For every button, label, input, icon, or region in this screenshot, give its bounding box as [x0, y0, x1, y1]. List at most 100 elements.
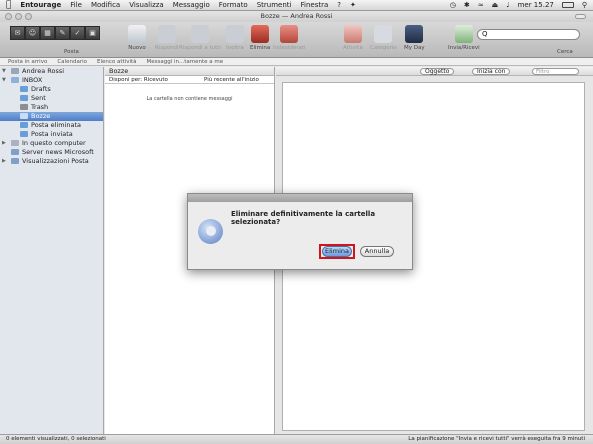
sidebar-item-inbox[interactable]: ▼ INBOX	[0, 76, 103, 85]
forward-icon	[226, 25, 244, 43]
spotlight-icon[interactable]: ⚲	[582, 1, 587, 9]
apple-menu-icon[interactable]: 	[6, 0, 11, 10]
tasks-view-icon[interactable]: ✓	[70, 26, 85, 40]
my-day-label: My Day	[404, 45, 425, 51]
reply-all-label: Rispondi a tutti	[179, 45, 221, 51]
news-server-icon	[11, 149, 19, 155]
window-title: Bozze — Andrea Rossi	[260, 12, 333, 20]
new-button[interactable]: Nuovo	[128, 25, 146, 51]
send-receive-button[interactable]: Invia/Ricevi	[448, 25, 480, 51]
sidebar-item-posta-inviata[interactable]: Posta inviata	[0, 130, 103, 139]
task-button[interactable]: Attività	[343, 25, 363, 51]
filter-field-select[interactable]: Oggetto	[420, 68, 455, 75]
window-title-bar: Bozze — Andrea Rossi	[0, 11, 593, 22]
delete-button[interactable]: Elimina	[250, 25, 270, 51]
folder-icon	[20, 131, 28, 137]
sidebar-item-bozze[interactable]: Bozze	[0, 112, 103, 121]
time-machine-icon[interactable]: ◷	[450, 1, 456, 9]
filter-mode-select[interactable]: Inizia con	[472, 68, 511, 75]
reply-all-icon	[190, 25, 209, 43]
new-label: Nuovo	[128, 45, 146, 51]
reply-all-button[interactable]: Rispondi a tutti	[179, 25, 221, 51]
send-receive-icon	[454, 25, 473, 43]
sort-order-selector[interactable]: Più recente all'inizio	[204, 76, 259, 84]
cancel-button[interactable]: Annulla	[360, 246, 394, 257]
sidebar-item-label: INBOX	[22, 76, 43, 84]
battery-icon[interactable]	[561, 2, 574, 8]
delete-label: Elimina	[250, 45, 271, 51]
sidebar-item-posta-eliminata[interactable]: Posta eliminata	[0, 121, 103, 130]
volume-icon[interactable]: ♩	[506, 1, 509, 9]
junk-label: Indesiderati	[273, 45, 306, 51]
filter-input[interactable]: Filtro	[532, 68, 579, 75]
sidebar-item-news-server[interactable]: Server news Microsoft	[0, 148, 103, 157]
forward-button[interactable]: Inoltra	[226, 25, 244, 51]
zoom-window-icon[interactable]	[25, 13, 32, 20]
dialog-header	[188, 194, 412, 202]
menu-help[interactable]: ?	[337, 1, 341, 9]
favorite-calendar[interactable]: Calendario	[57, 59, 87, 65]
sidebar-item-account[interactable]: ▼ Andrea Rossi	[0, 67, 103, 76]
sidebar-item-on-my-computer[interactable]: ▶ In questo computer	[0, 139, 103, 148]
smart-folder-icon	[11, 158, 19, 164]
task-label: Attività	[343, 45, 363, 51]
computer-icon	[11, 140, 19, 146]
categories-icon	[374, 25, 393, 43]
menu-messaggio[interactable]: Messaggio	[173, 1, 210, 9]
sidebar-item-mail-views[interactable]: ▶ Visualizzazioni Posta	[0, 157, 103, 166]
bluetooth-icon[interactable]: ✱	[464, 1, 470, 9]
favorite-inbox[interactable]: Posta in arrivo	[8, 59, 47, 65]
wifi-icon[interactable]: ≈	[478, 1, 484, 9]
disclosure-open-icon[interactable]: ▼	[2, 67, 6, 76]
clock[interactable]: mer 15.27	[518, 1, 554, 9]
view-switcher-label: Posta	[64, 49, 79, 55]
sidebar-item-label: Visualizzazioni Posta	[22, 157, 89, 165]
menu-file[interactable]: File	[70, 1, 82, 9]
menu-visualizza[interactable]: Visualizza	[129, 1, 163, 9]
my-day-button[interactable]: My Day	[404, 25, 425, 51]
toolbar: ✉ ☺ ▦ ✎ ✓ ▣ Posta Nuovo Rispondi Rispond…	[0, 22, 593, 58]
flag-icon	[343, 25, 362, 43]
toolbar-toggle-button[interactable]	[575, 14, 586, 19]
notes-view-icon[interactable]: ✎	[55, 26, 70, 40]
disclosure-closed-icon[interactable]: ▶	[2, 157, 6, 166]
inbox-icon	[11, 77, 19, 83]
sidebar-item-sent[interactable]: Sent	[0, 94, 103, 103]
sort-by-selector[interactable]: Disponi per: Ricevuto	[109, 76, 168, 84]
eject-icon[interactable]: ⏏	[492, 1, 499, 9]
mail-view-icon[interactable]: ✉	[10, 26, 25, 40]
junk-button[interactable]: Indesiderati	[273, 25, 306, 51]
sidebar-item-trash[interactable]: Trash	[0, 103, 103, 112]
search-input[interactable]: Q	[477, 29, 580, 40]
favorite-tasks[interactable]: Elenco attività	[97, 59, 137, 65]
status-right: La pianificazione "Invia e ricevi tutti"…	[408, 436, 585, 442]
reply-button[interactable]: Rispondi	[155, 25, 179, 51]
categories-button[interactable]: Categorie	[370, 25, 397, 51]
sidebar-item-drafts[interactable]: Drafts	[0, 85, 103, 94]
minimize-window-icon[interactable]	[15, 13, 22, 20]
menu-modifica[interactable]: Modifica	[91, 1, 120, 9]
favorite-messages-to-me[interactable]: Messaggi in...tamente a me	[147, 59, 224, 65]
menu-app[interactable]: Entourage	[20, 1, 61, 9]
disclosure-open-icon[interactable]: ▼	[2, 76, 6, 85]
new-message-icon	[128, 25, 146, 43]
calendar-view-icon[interactable]: ▦	[40, 26, 55, 40]
search-label: Cerca	[557, 49, 573, 55]
status-bar: 0 elementi visualizzati, 0 selezionati L…	[0, 434, 593, 444]
script-menu-icon[interactable]: ✦	[350, 1, 356, 9]
confirm-delete-button[interactable]: Elimina	[322, 246, 352, 257]
close-window-icon[interactable]	[5, 13, 12, 20]
trash-folder-icon	[20, 104, 28, 110]
disclosure-closed-icon[interactable]: ▶	[2, 139, 6, 148]
view-switcher: ✉ ☺ ▦ ✎ ✓ ▣	[10, 26, 100, 40]
folder-icon	[20, 95, 28, 101]
menu-finestra[interactable]: Finestra	[300, 1, 328, 9]
entourage-app-icon	[198, 219, 223, 244]
sidebar-item-label: Bozze	[31, 112, 51, 120]
address-book-icon[interactable]: ☺	[25, 26, 40, 40]
delete-folder-dialog: Eliminare definitivamente la cartella se…	[187, 193, 413, 270]
sidebar-item-label: In questo computer	[22, 139, 86, 147]
menu-formato[interactable]: Formato	[219, 1, 248, 9]
project-view-icon[interactable]: ▣	[85, 26, 100, 40]
menu-strumenti[interactable]: Strumenti	[257, 1, 292, 9]
